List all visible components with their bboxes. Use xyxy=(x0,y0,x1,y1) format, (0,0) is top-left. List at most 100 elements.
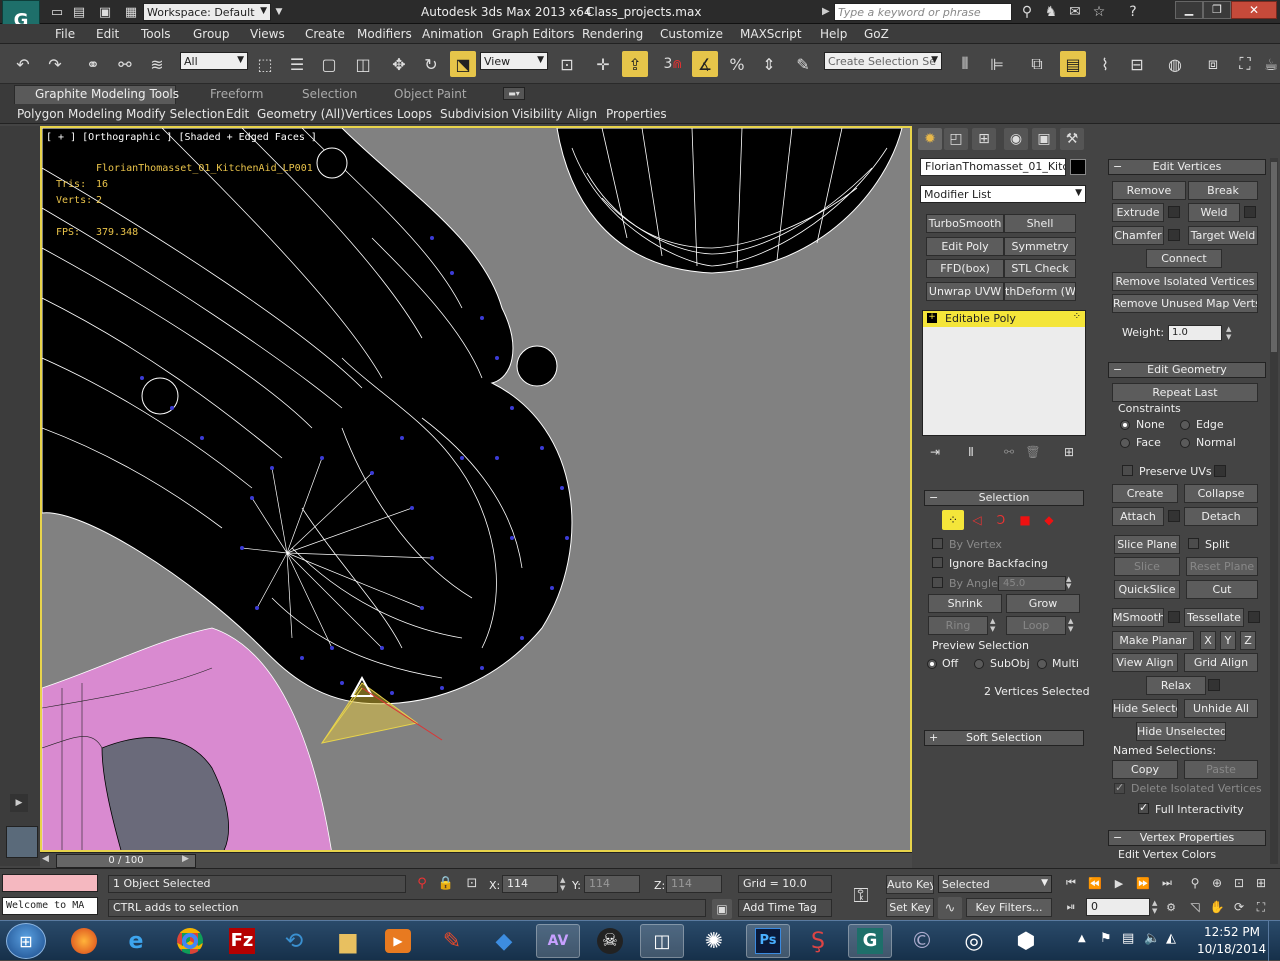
volume-icon[interactable]: 🔈 xyxy=(1144,931,1160,946)
edit-poly-button[interactable]: Edit Poly xyxy=(926,237,1004,256)
av-icon[interactable]: AV xyxy=(536,924,580,958)
layer-manager-icon[interactable]: ⧉ xyxy=(1024,51,1050,77)
view-align-button[interactable]: View Align xyxy=(1112,653,1178,672)
create-tab-icon[interactable]: ✹ xyxy=(918,128,942,150)
named-selection-dropdown[interactable]: Create Selection Se ▼ xyxy=(824,52,942,70)
unlink-icon[interactable]: ⚯ xyxy=(112,51,138,77)
rotate-icon[interactable]: ↻ xyxy=(418,51,444,77)
folder-icon[interactable]: ▆ xyxy=(326,924,370,958)
menu-create[interactable]: Create xyxy=(305,27,345,41)
maximize-viewport-icon[interactable]: ⛶ xyxy=(1250,897,1272,917)
menu-animation[interactable]: Animation xyxy=(422,27,483,41)
go-to-start-icon[interactable]: ⏮ xyxy=(1060,873,1082,893)
loop-button[interactable]: Loop xyxy=(1006,616,1066,635)
workspace-dropdown[interactable]: Workspace: Default ▼ xyxy=(143,3,271,21)
zoom-extents-all-icon[interactable]: ⊞ xyxy=(1250,873,1272,893)
make-planar-button[interactable]: Make Planar xyxy=(1112,631,1194,650)
object-color-swatch[interactable] xyxy=(1070,159,1086,175)
go-to-end-icon[interactable]: ⏭ xyxy=(1156,873,1178,893)
window-crossing-icon[interactable]: ◫ xyxy=(350,51,376,77)
clock-date[interactable]: 10/18/2014 xyxy=(1197,942,1266,956)
frame-spinner-arrows[interactable]: ▲ ▼ xyxy=(1152,899,1160,915)
panel-scrollbar[interactable] xyxy=(1270,158,1278,864)
zoom-extents-icon[interactable]: ⊡ xyxy=(1228,873,1250,893)
maxscript-listener-pink[interactable] xyxy=(2,874,98,892)
favorites-star-icon[interactable]: ☆ xyxy=(1086,0,1112,25)
zbrush-icon[interactable]: ✺ xyxy=(692,924,736,958)
subscription-icon[interactable]: ♞ xyxy=(1038,0,1064,25)
repeat-last-button[interactable]: Repeat Last xyxy=(1112,383,1258,402)
graphite-toggle-icon[interactable]: ▤ xyxy=(1060,51,1086,77)
dropbox-icon[interactable]: ◆ xyxy=(482,924,526,958)
edit-vertices-rollout-header[interactable]: − Edit Vertices xyxy=(1108,159,1266,175)
ignore-backfacing-checkbox[interactable] xyxy=(932,557,943,568)
time-thumb[interactable]: 0 / 100 xyxy=(56,854,196,868)
show-desktop-button[interactable] xyxy=(1268,921,1280,961)
copy-button[interactable]: Copy xyxy=(1112,760,1178,779)
shell-button[interactable]: Shell xyxy=(1004,214,1076,233)
constraint-normal-radio[interactable] xyxy=(1180,438,1190,448)
reference-coordinate-dropdown[interactable]: View ▼ xyxy=(480,52,548,70)
redo-icon[interactable]: ↷ xyxy=(42,51,68,77)
time-slider[interactable]: ◀ 0 / 100 ▶ xyxy=(40,852,912,868)
photoshop-icon[interactable]: Ps xyxy=(746,924,790,958)
help-icon[interactable]: ? xyxy=(1120,0,1146,25)
hide-unselected-button[interactable]: Hide Unselected xyxy=(1136,722,1226,741)
auto-key-button[interactable]: Auto Key xyxy=(886,875,934,894)
time-config-icon[interactable]: ⚙ xyxy=(1160,897,1182,917)
x-coord-field[interactable]: 114 xyxy=(502,875,558,893)
panel-vertices[interactable]: Vertices xyxy=(345,107,393,121)
selection-rollout-header[interactable]: − Selection xyxy=(924,490,1084,506)
key-mode-dropdown[interactable]: Selected ▼ xyxy=(938,875,1052,893)
minimize-button[interactable]: ▁ xyxy=(1175,1,1203,19)
paste-button[interactable]: Paste xyxy=(1184,760,1258,779)
preserve-uvs-checkbox[interactable] xyxy=(1122,465,1133,476)
object-name-field[interactable]: FlorianThomasset_01_Kitchen xyxy=(920,158,1066,176)
quick-access-dropdown-icon[interactable]: ▼ xyxy=(272,0,286,25)
scale-icon[interactable]: ⬔ xyxy=(450,51,476,77)
show-hidden-icons[interactable]: ▲ xyxy=(1078,933,1086,944)
play-icon[interactable]: ▶ xyxy=(1108,873,1130,893)
communication-center-icon[interactable]: ✉ xyxy=(1062,0,1088,25)
quickslice-button[interactable]: QuickSlice xyxy=(1114,580,1180,599)
slice-button[interactable]: Slice xyxy=(1114,557,1180,576)
remove-unused-map-verts-button[interactable]: Remove Unused Map Verts xyxy=(1112,294,1258,313)
panel-geometry-all[interactable]: Geometry (All) xyxy=(257,107,345,121)
flag-icon[interactable]: ⚑ xyxy=(1100,931,1112,946)
absolute-mode-icon[interactable]: ⊡ xyxy=(462,873,482,893)
tessellate-settings-icon[interactable] xyxy=(1248,611,1260,623)
preview-multi-radio[interactable] xyxy=(1037,659,1047,669)
break-button[interactable]: Break xyxy=(1188,181,1258,200)
panel-loops[interactable]: Loops xyxy=(397,107,432,121)
constraint-none-radio[interactable] xyxy=(1120,420,1130,430)
field-of-view-icon[interactable]: ◹ xyxy=(1184,897,1206,917)
align-icon[interactable]: ⊫ xyxy=(984,51,1010,77)
symmetry-button[interactable]: Symmetry xyxy=(1004,237,1076,256)
by-angle-checkbox[interactable] xyxy=(932,577,943,588)
menu-views[interactable]: Views xyxy=(250,27,285,41)
attach-settings-icon[interactable] xyxy=(1168,510,1180,522)
time-tag-icon[interactable]: ▣ xyxy=(712,899,732,919)
pivot-center-icon[interactable]: ⊡ xyxy=(554,51,580,77)
msmooth-settings-icon[interactable] xyxy=(1168,611,1180,623)
bind-space-warp-icon[interactable]: ≋ xyxy=(144,51,170,77)
menu-edit[interactable]: Edit xyxy=(96,27,119,41)
turbosmooth-button[interactable]: TurboSmooth xyxy=(926,214,1004,233)
isolate-selection-icon[interactable]: ⚲ xyxy=(412,873,432,893)
loop-spinner-arrows[interactable]: ▲ ▼ xyxy=(1068,617,1078,634)
modify-tab-icon[interactable]: ◰ xyxy=(944,128,968,150)
clock-time[interactable]: 12:52 PM xyxy=(1204,925,1260,939)
tessellate-button[interactable]: Tessellate xyxy=(1184,608,1244,627)
curve-editor-icon[interactable]: ⌇ xyxy=(1092,51,1118,77)
menu-help[interactable]: Help xyxy=(820,27,847,41)
sync-icon[interactable]: ⟲ xyxy=(272,924,316,958)
split-checkbox[interactable] xyxy=(1188,538,1199,549)
attach-button[interactable]: Attach xyxy=(1112,507,1164,526)
modifier-stack[interactable]: + Editable Poly ⁘ xyxy=(922,310,1086,436)
time-prev-icon[interactable]: ◀ xyxy=(42,854,54,867)
unwrap-uvw-button[interactable]: Unwrap UVW xyxy=(926,282,1004,301)
panel-scrollbar-thumb[interactable] xyxy=(1271,162,1277,352)
menu-customize[interactable]: Customize xyxy=(660,27,723,41)
rectangular-selection-icon[interactable]: ▢ xyxy=(316,51,342,77)
full-interactivity-checkbox[interactable] xyxy=(1138,801,1149,814)
